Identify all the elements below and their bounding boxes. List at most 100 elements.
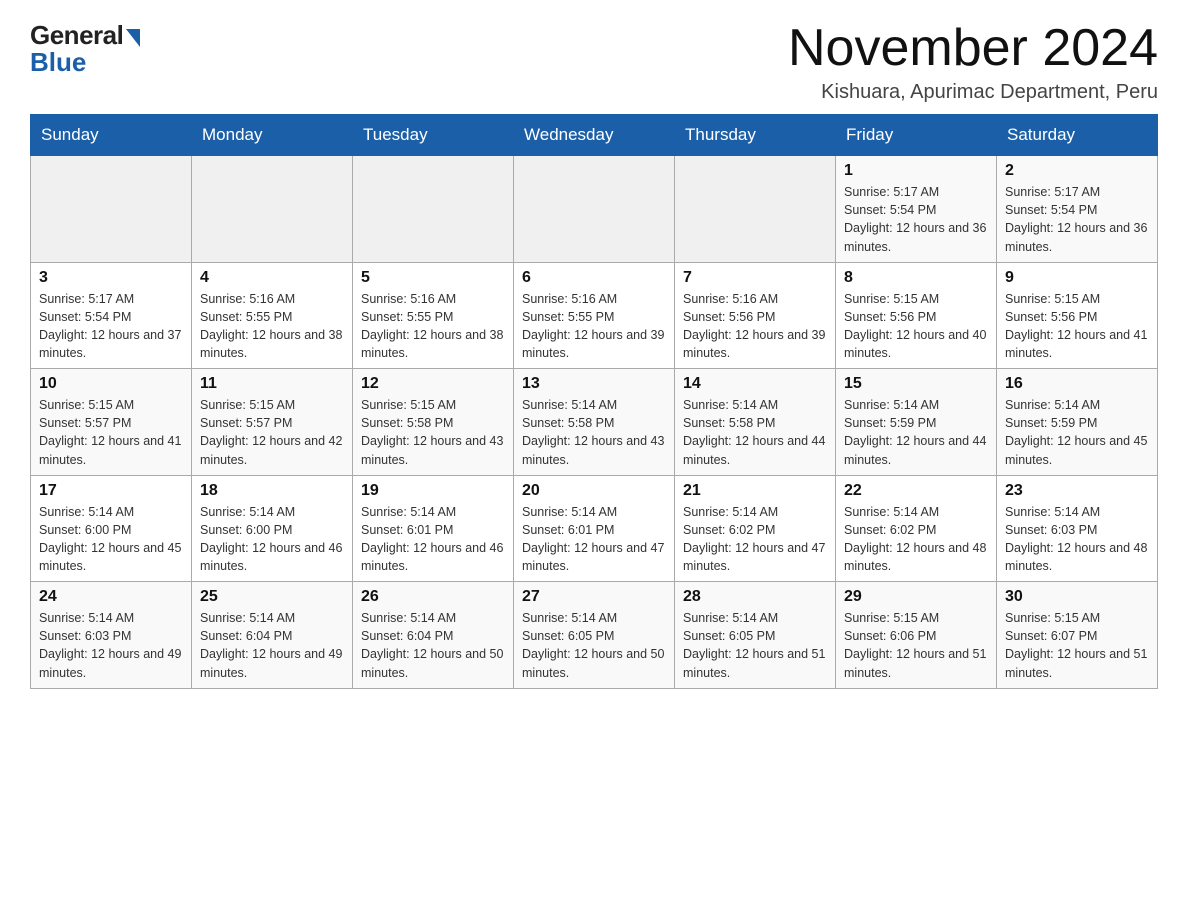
day-info: Sunrise: 5:14 AM Sunset: 6:01 PM Dayligh… <box>361 503 505 576</box>
day-number: 2 <box>1005 162 1149 180</box>
day-info: Sunrise: 5:14 AM Sunset: 6:04 PM Dayligh… <box>361 609 505 682</box>
calendar-header-row: SundayMondayTuesdayWednesdayThursdayFrid… <box>31 115 1158 156</box>
day-info: Sunrise: 5:14 AM Sunset: 6:03 PM Dayligh… <box>39 609 183 682</box>
calendar-week-3: 10 Sunrise: 5:15 AM Sunset: 5:57 PM Dayli… <box>31 369 1158 476</box>
day-info: Sunrise: 5:15 AM Sunset: 5:56 PM Dayligh… <box>1005 290 1149 363</box>
day-number: 29 <box>844 588 988 606</box>
day-number: 24 <box>39 588 183 606</box>
calendar-cell: 11 Sunrise: 5:15 AM Sunset: 5:57 PM Dayli… <box>192 369 353 476</box>
day-number: 19 <box>361 482 505 500</box>
day-info: Sunrise: 5:16 AM Sunset: 5:55 PM Dayligh… <box>522 290 666 363</box>
calendar-header-saturday: Saturday <box>997 115 1158 156</box>
day-number: 30 <box>1005 588 1149 606</box>
calendar-cell: 21 Sunrise: 5:14 AM Sunset: 6:02 PM Dayli… <box>675 475 836 582</box>
day-number: 25 <box>200 588 344 606</box>
subtitle: Kishuara, Apurimac Department, Peru <box>788 81 1158 104</box>
calendar-week-2: 3 Sunrise: 5:17 AM Sunset: 5:54 PM Daylig… <box>31 262 1158 369</box>
main-title: November 2024 <box>788 20 1158 77</box>
day-info: Sunrise: 5:15 AM Sunset: 6:06 PM Dayligh… <box>844 609 988 682</box>
calendar-cell <box>31 156 192 263</box>
calendar-cell: 15 Sunrise: 5:14 AM Sunset: 5:59 PM Dayli… <box>836 369 997 476</box>
calendar-header-tuesday: Tuesday <box>353 115 514 156</box>
calendar-cell: 19 Sunrise: 5:14 AM Sunset: 6:01 PM Dayli… <box>353 475 514 582</box>
day-info: Sunrise: 5:17 AM Sunset: 5:54 PM Dayligh… <box>39 290 183 363</box>
day-info: Sunrise: 5:14 AM Sunset: 6:01 PM Dayligh… <box>522 503 666 576</box>
calendar-cell: 1Sunrise: 5:17 AM Sunset: 5:54 PM Daylig… <box>836 156 997 263</box>
day-info: Sunrise: 5:14 AM Sunset: 6:03 PM Dayligh… <box>1005 503 1149 576</box>
calendar-cell: 7Sunrise: 5:16 AM Sunset: 5:56 PM Daylig… <box>675 262 836 369</box>
day-info: Sunrise: 5:14 AM Sunset: 6:00 PM Dayligh… <box>200 503 344 576</box>
page-header: General Blue November 2024 Kishuara, Apu… <box>30 20 1158 104</box>
title-block: November 2024 Kishuara, Apurimac Departm… <box>788 20 1158 104</box>
day-info: Sunrise: 5:14 AM Sunset: 6:05 PM Dayligh… <box>683 609 827 682</box>
calendar-cell: 8Sunrise: 5:15 AM Sunset: 5:56 PM Daylig… <box>836 262 997 369</box>
calendar-cell: 3 Sunrise: 5:17 AM Sunset: 5:54 PM Daylig… <box>31 262 192 369</box>
day-info: Sunrise: 5:17 AM Sunset: 5:54 PM Dayligh… <box>844 183 988 256</box>
calendar-cell: 2 Sunrise: 5:17 AM Sunset: 5:54 PM Daylig… <box>997 156 1158 263</box>
calendar-cell: 23Sunrise: 5:14 AM Sunset: 6:03 PM Dayli… <box>997 475 1158 582</box>
day-number: 9 <box>1005 269 1149 287</box>
calendar-week-4: 17 Sunrise: 5:14 AM Sunset: 6:00 PM Dayli… <box>31 475 1158 582</box>
calendar-cell: 4 Sunrise: 5:16 AM Sunset: 5:55 PM Daylig… <box>192 262 353 369</box>
calendar-header-thursday: Thursday <box>675 115 836 156</box>
logo: General Blue <box>30 20 140 78</box>
day-info: Sunrise: 5:14 AM Sunset: 6:02 PM Dayligh… <box>683 503 827 576</box>
day-number: 4 <box>200 269 344 287</box>
day-info: Sunrise: 5:14 AM Sunset: 6:00 PM Dayligh… <box>39 503 183 576</box>
day-number: 17 <box>39 482 183 500</box>
day-number: 22 <box>844 482 988 500</box>
day-info: Sunrise: 5:16 AM Sunset: 5:55 PM Dayligh… <box>361 290 505 363</box>
calendar-cell: 24 Sunrise: 5:14 AM Sunset: 6:03 PM Dayli… <box>31 582 192 689</box>
calendar-cell: 16 Sunrise: 5:14 AM Sunset: 5:59 PM Dayli… <box>997 369 1158 476</box>
day-info: Sunrise: 5:16 AM Sunset: 5:55 PM Dayligh… <box>200 290 344 363</box>
day-number: 16 <box>1005 375 1149 393</box>
calendar-cell: 12 Sunrise: 5:15 AM Sunset: 5:58 PM Dayli… <box>353 369 514 476</box>
logo-arrow-icon <box>126 29 140 47</box>
day-info: Sunrise: 5:14 AM Sunset: 5:58 PM Dayligh… <box>522 396 666 469</box>
calendar-header-friday: Friday <box>836 115 997 156</box>
day-info: Sunrise: 5:15 AM Sunset: 5:57 PM Dayligh… <box>39 396 183 469</box>
day-number: 13 <box>522 375 666 393</box>
calendar-cell: 30 Sunrise: 5:15 AM Sunset: 6:07 PM Dayli… <box>997 582 1158 689</box>
day-number: 12 <box>361 375 505 393</box>
day-number: 11 <box>200 375 344 393</box>
calendar-header-wednesday: Wednesday <box>514 115 675 156</box>
calendar-cell <box>675 156 836 263</box>
calendar-week-1: 1Sunrise: 5:17 AM Sunset: 5:54 PM Daylig… <box>31 156 1158 263</box>
calendar-cell: 20 Sunrise: 5:14 AM Sunset: 6:01 PM Dayli… <box>514 475 675 582</box>
calendar-week-5: 24 Sunrise: 5:14 AM Sunset: 6:03 PM Dayli… <box>31 582 1158 689</box>
day-info: Sunrise: 5:14 AM Sunset: 6:04 PM Dayligh… <box>200 609 344 682</box>
calendar-cell <box>192 156 353 263</box>
day-number: 20 <box>522 482 666 500</box>
day-info: Sunrise: 5:14 AM Sunset: 5:59 PM Dayligh… <box>1005 396 1149 469</box>
day-info: Sunrise: 5:17 AM Sunset: 5:54 PM Dayligh… <box>1005 183 1149 256</box>
calendar-cell: 27Sunrise: 5:14 AM Sunset: 6:05 PM Dayli… <box>514 582 675 689</box>
logo-blue-text: Blue <box>30 47 86 78</box>
calendar-cell: 9 Sunrise: 5:15 AM Sunset: 5:56 PM Daylig… <box>997 262 1158 369</box>
day-info: Sunrise: 5:15 AM Sunset: 5:57 PM Dayligh… <box>200 396 344 469</box>
day-number: 3 <box>39 269 183 287</box>
day-info: Sunrise: 5:14 AM Sunset: 5:59 PM Dayligh… <box>844 396 988 469</box>
day-number: 26 <box>361 588 505 606</box>
calendar-cell: 29 Sunrise: 5:15 AM Sunset: 6:06 PM Dayli… <box>836 582 997 689</box>
calendar-table: SundayMondayTuesdayWednesdayThursdayFrid… <box>30 114 1158 689</box>
day-number: 15 <box>844 375 988 393</box>
day-info: Sunrise: 5:15 AM Sunset: 5:58 PM Dayligh… <box>361 396 505 469</box>
calendar-header-sunday: Sunday <box>31 115 192 156</box>
day-number: 28 <box>683 588 827 606</box>
day-number: 21 <box>683 482 827 500</box>
calendar-header-monday: Monday <box>192 115 353 156</box>
day-number: 5 <box>361 269 505 287</box>
day-number: 10 <box>39 375 183 393</box>
calendar-cell: 28 Sunrise: 5:14 AM Sunset: 6:05 PM Dayli… <box>675 582 836 689</box>
day-number: 27 <box>522 588 666 606</box>
day-number: 6 <box>522 269 666 287</box>
calendar-cell <box>353 156 514 263</box>
calendar-cell <box>514 156 675 263</box>
calendar-cell: 10 Sunrise: 5:15 AM Sunset: 5:57 PM Dayli… <box>31 369 192 476</box>
day-info: Sunrise: 5:15 AM Sunset: 5:56 PM Dayligh… <box>844 290 988 363</box>
calendar-cell: 5 Sunrise: 5:16 AM Sunset: 5:55 PM Daylig… <box>353 262 514 369</box>
calendar-cell: 13 Sunrise: 5:14 AM Sunset: 5:58 PM Dayli… <box>514 369 675 476</box>
calendar-cell: 25 Sunrise: 5:14 AM Sunset: 6:04 PM Dayli… <box>192 582 353 689</box>
day-info: Sunrise: 5:15 AM Sunset: 6:07 PM Dayligh… <box>1005 609 1149 682</box>
